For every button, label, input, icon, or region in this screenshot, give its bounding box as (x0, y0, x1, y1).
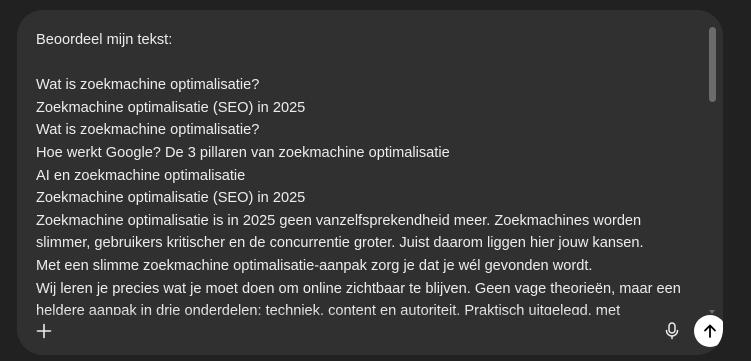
arrow-up-icon (704, 324, 716, 338)
prompt-textarea[interactable]: Beoordeel mijn tekst: Wat is zoekmachine… (36, 29, 696, 315)
plus-icon (36, 323, 52, 339)
microphone-icon (665, 322, 679, 340)
prompt-line: Wat is zoekmachine optimalisatie? (36, 77, 260, 94)
dictate-button[interactable] (661, 320, 683, 342)
scroll-down-arrow-icon[interactable] (709, 310, 715, 314)
scrollbar-thumb[interactable] (709, 27, 716, 102)
prompt-line: Wij leren je precies wat je moet doen om… (36, 280, 681, 297)
prompt-line-blank (36, 52, 696, 75)
prompt-line: slimmer, gebruikers kritischer en de con… (36, 235, 644, 252)
prompt-line: Wat is zoekmachine optimalisatie? (36, 122, 260, 139)
prompt-line: Zoekmachine optimalisatie is in 2025 gee… (36, 212, 642, 229)
prompt-line: Zoekmachine optimalisatie (SEO) in 2025 (36, 190, 306, 207)
prompt-line: Hoe werkt Google? De 3 pillaren van zoek… (36, 144, 450, 161)
add-attachment-button[interactable] (33, 320, 55, 342)
prompt-line: AI en zoekmachine optimalisatie (36, 167, 246, 184)
prompt-line: Beoordeel mijn tekst: (36, 32, 173, 48)
prompt-line: Met een slimme zoekmachine optimalisatie… (36, 257, 593, 274)
scrollbar[interactable] (708, 24, 716, 314)
send-button[interactable] (694, 315, 723, 347)
prompt-composer[interactable]: Beoordeel mijn tekst: Wat is zoekmachine… (17, 10, 723, 355)
prompt-line: Zoekmachine optimalisatie (SEO) in 2025 (36, 99, 306, 116)
prompt-line: heldere aanpak in drie onderdelen: techn… (36, 303, 621, 315)
